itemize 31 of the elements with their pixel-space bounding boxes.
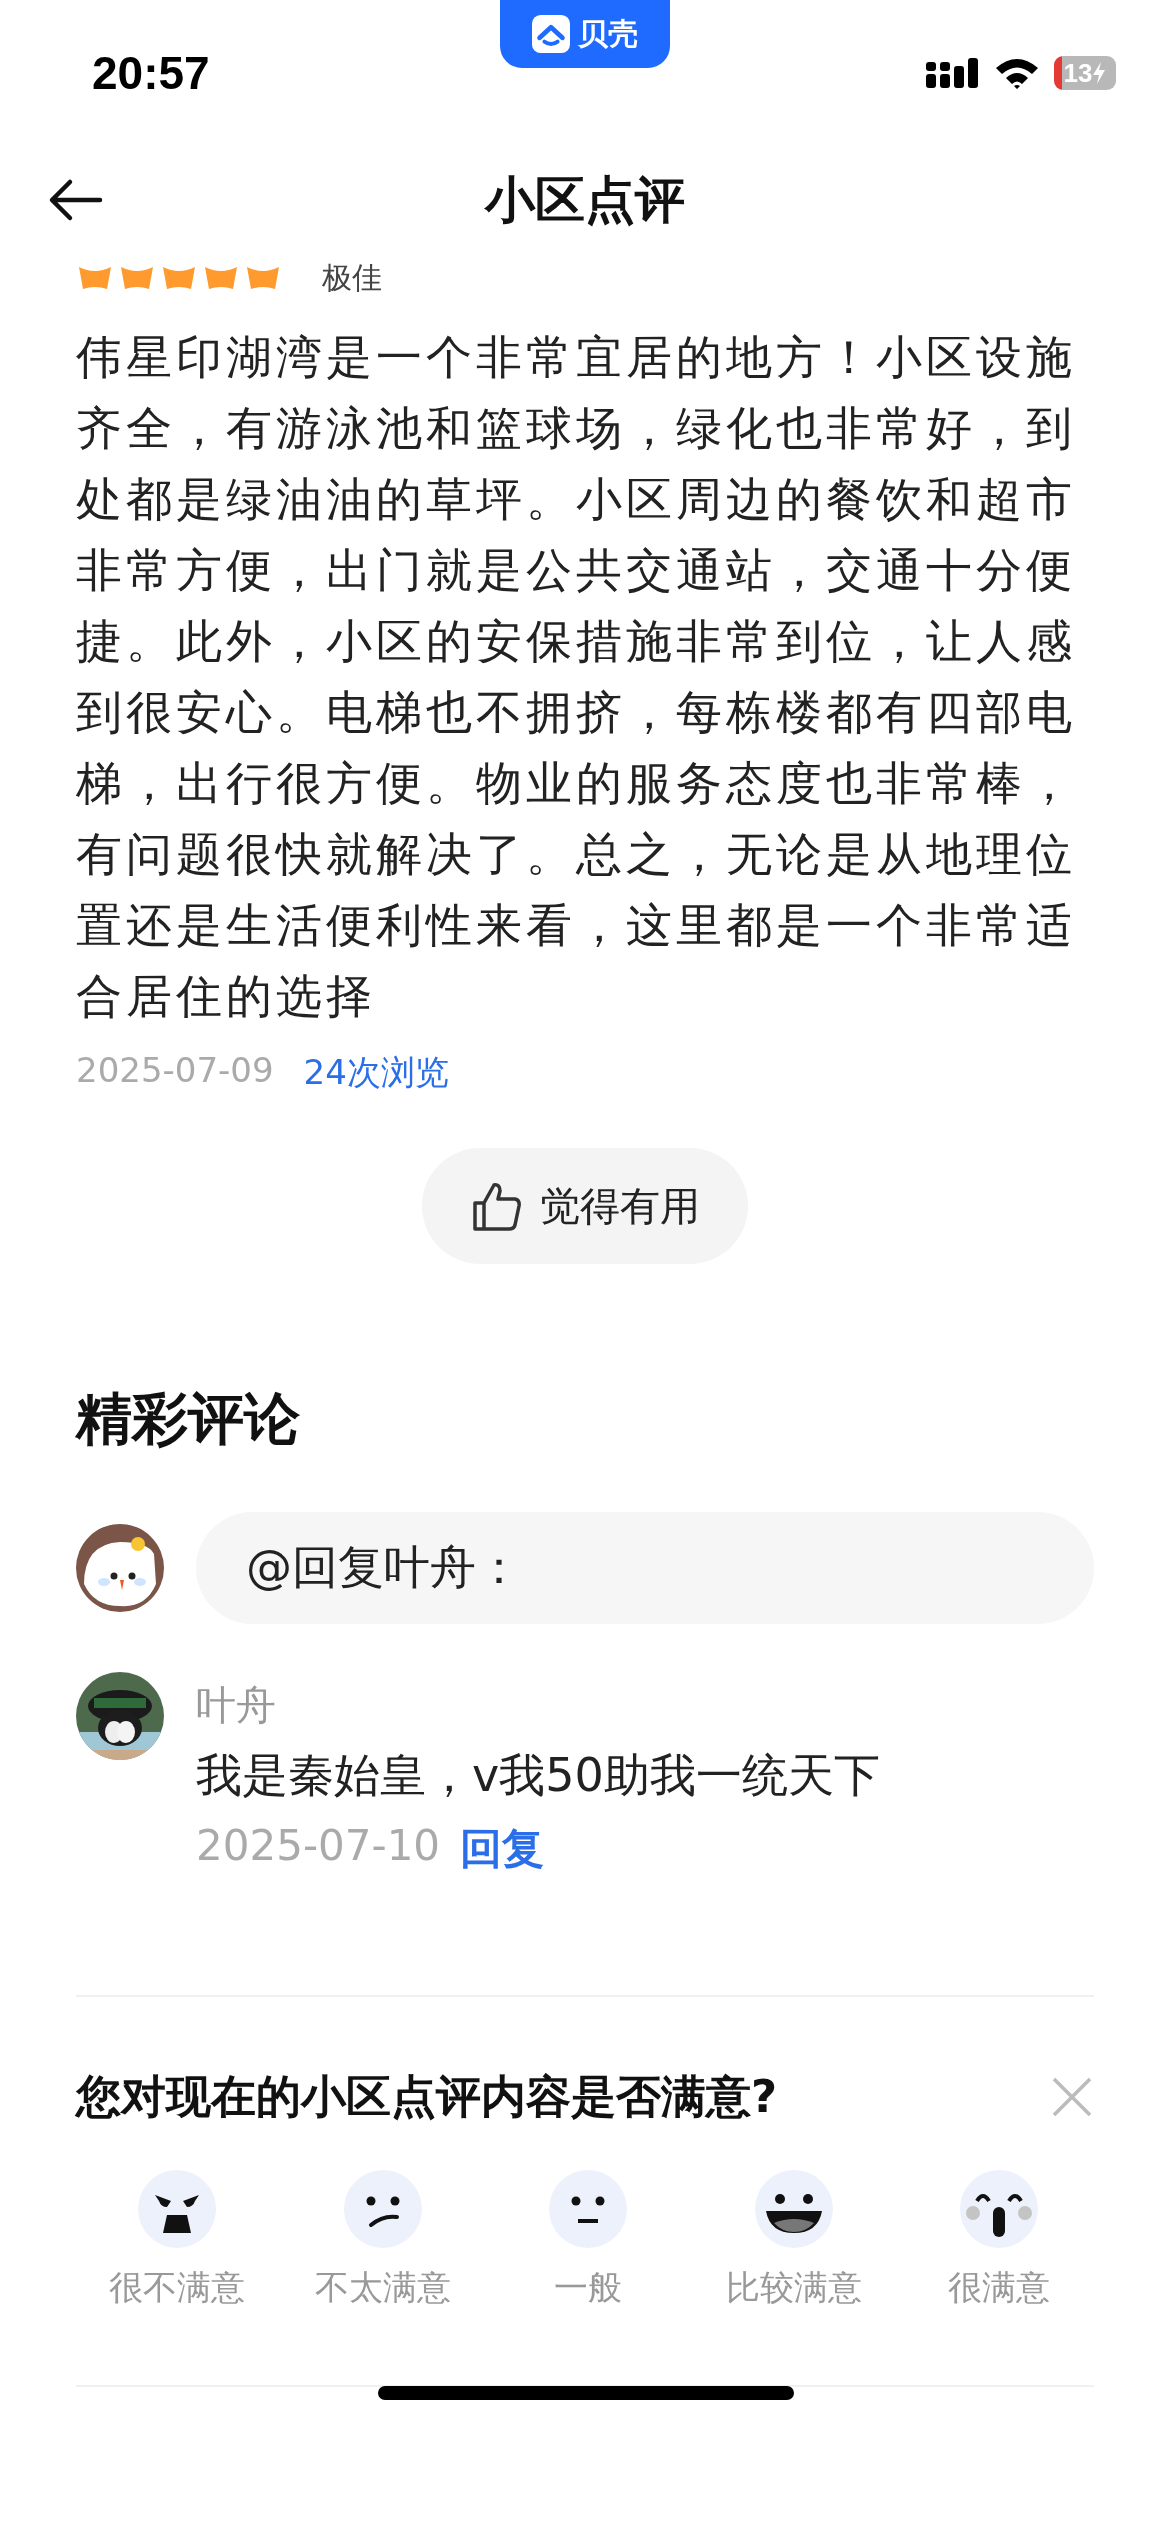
section-title: 精彩评论 xyxy=(76,1385,301,1453)
grinning-face-icon xyxy=(753,2169,834,2249)
house-logo-icon xyxy=(532,15,570,53)
review-date: 2025-07-09 xyxy=(76,1050,274,1092)
reply-link[interactable]: 回复 xyxy=(460,1821,545,1877)
comment-text: 我是秦始皇，v我50助我一统天下 xyxy=(196,1747,880,1804)
rating-label: 极佳 xyxy=(322,258,382,297)
rating-option[interactable]: 很满意 xyxy=(914,2169,1084,2311)
reply-input-field[interactable]: @回复叶舟： xyxy=(196,1512,1094,1624)
battery-percent: 13 xyxy=(1063,57,1093,89)
survey-question: 您对现在的小区点评内容是否满意? xyxy=(76,2069,778,2125)
back-arrow-icon[interactable] xyxy=(48,178,104,222)
surprised-face-icon xyxy=(959,2169,1039,2249)
rating-option[interactable]: 很不满意 xyxy=(92,2169,262,2311)
signal-icon xyxy=(926,56,980,90)
rating-option[interactable]: 一般 xyxy=(503,2169,673,2311)
comment-author: 叶舟 xyxy=(196,1681,277,1730)
view-count: 24次浏览 xyxy=(303,1051,449,1094)
neutral-face-icon xyxy=(548,2169,628,2249)
angry-face-icon xyxy=(137,2169,217,2249)
useful-button[interactable]: 觉得有用 xyxy=(422,1148,748,1264)
status-time: 20:57 xyxy=(92,46,210,100)
wifi-icon xyxy=(994,56,1040,90)
frowning-face-icon xyxy=(342,2169,423,2249)
rating-option[interactable]: 不太满意 xyxy=(297,2169,468,2311)
app-badge[interactable]: 贝壳 xyxy=(500,0,670,68)
rating-option[interactable]: 比较满意 xyxy=(708,2169,879,2311)
charging-bolt-icon xyxy=(1092,62,1107,84)
review-text: 伟星印湖湾是一个非常宜居的地方！小区设施齐全，有游泳池和篮球场，绿化也非常好，到处都是绿油油的草坪。小区周边的餐饮和超市非常方便，出门就是公共交通站，交通十分便捷。此外，小区的安保措施非常到位，让人感到很安心。电梯也不拥挤，每栋楼都有四部电梯，出行很方便。物业的服务态度也非常棒，有问题很快就解决了。总之，无论是从地理位置还是生活便利性来看，这里都是一个非常适合居住的选择 xyxy=(76,329,1077,1025)
comment-date: 2025-07-10 xyxy=(196,1821,441,1872)
page-title: 小区点评 xyxy=(485,169,685,231)
